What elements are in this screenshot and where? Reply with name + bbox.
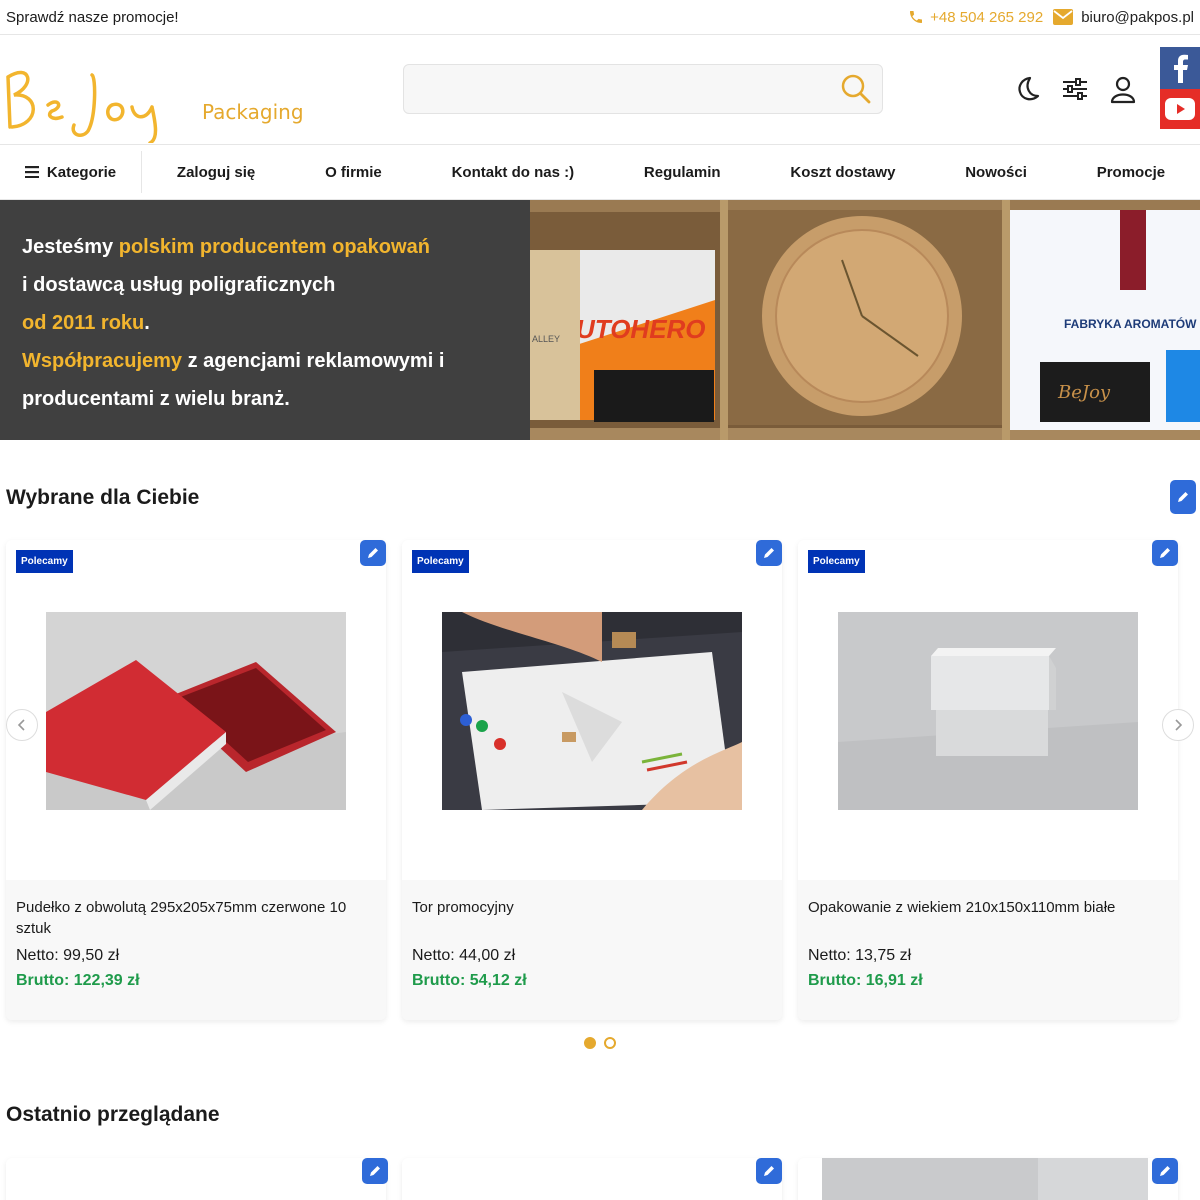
- price-net: Netto: 44,00 zł: [412, 947, 516, 964]
- edit-product-button[interactable]: [756, 1158, 782, 1184]
- carousel-dot[interactable]: [584, 1037, 596, 1049]
- product-card[interactable]: Polecamy Opakowanie z wiekiem 210x150x11…: [798, 540, 1178, 1020]
- nav-item-promotions[interactable]: Promocje: [1097, 164, 1165, 181]
- product-name[interactable]: Opakowanie z wiekiem 210x150x110mm białe: [808, 897, 1168, 943]
- price-net: Netto: 99,50 zł: [16, 947, 120, 964]
- recent-title: Ostatnio przeglądane: [6, 1103, 220, 1126]
- hamburger-icon: [24, 166, 39, 178]
- banner-text-part: .: [144, 312, 150, 334]
- banner-highlight: Współpracujemy: [22, 350, 183, 372]
- chevron-right-icon: [1175, 719, 1183, 731]
- pencil-icon: [764, 1166, 774, 1176]
- price-net: Netto: 13,75 zł: [808, 947, 912, 964]
- logo[interactable]: Packaging: [0, 47, 320, 143]
- product-image[interactable]: [46, 612, 346, 810]
- carousel-prev-button[interactable]: [6, 709, 38, 741]
- pencil-icon: [368, 548, 378, 558]
- banner-highlight: od 2011 roku: [22, 312, 145, 334]
- recommended-badge: Polecamy: [16, 550, 73, 573]
- product-name[interactable]: Tor promocyjny: [412, 897, 772, 943]
- banner-photo-logo: BeJoy: [1057, 382, 1111, 403]
- product-info: Opakowanie z wiekiem 210x150x110mm białe…: [798, 880, 1178, 1020]
- pencil-icon: [1160, 1166, 1170, 1176]
- edit-product-button[interactable]: [362, 1158, 388, 1184]
- search-icon[interactable]: [840, 73, 872, 105]
- featured-title: Wybrane dla Ciebie: [6, 486, 200, 509]
- banner-line: producentami z wielu branż.: [22, 388, 290, 410]
- banner-photo-text: FABRYKA AROMATÓW: [1064, 316, 1197, 331]
- product-image[interactable]: [838, 612, 1138, 810]
- nav-item-terms[interactable]: Regulamin: [644, 164, 721, 181]
- user-icon[interactable]: [1108, 74, 1138, 104]
- youtube-link[interactable]: [1160, 89, 1200, 129]
- phone-number: +48 504 265 292: [930, 8, 1044, 26]
- search-box[interactable]: [403, 64, 883, 114]
- banner-text-part: z agencjami reklamowymi i: [182, 350, 445, 372]
- filters-icon[interactable]: [1060, 74, 1090, 104]
- nav-item-login[interactable]: Zaloguj się: [177, 164, 255, 181]
- search-input[interactable]: [404, 65, 882, 113]
- phone-icon: [910, 11, 923, 23]
- product-info: Tor promocyjny Netto: 44,00 zł Brutto: 5…: [402, 880, 782, 1020]
- banner-highlight: polskim producentem opakowań: [118, 236, 430, 258]
- recent-product-card[interactable]: [798, 1158, 1178, 1200]
- edit-product-button[interactable]: [360, 540, 386, 566]
- categories-menu-button[interactable]: Kategorie: [0, 151, 142, 193]
- edit-product-button[interactable]: [756, 540, 782, 566]
- email-address: biuro@pakpos.pl: [1081, 8, 1194, 26]
- price-gross: Brutto: 122,39 zł: [16, 972, 140, 989]
- top-bar: Sprawdź nasze promocje! +48 504 265 292 …: [0, 0, 1200, 35]
- banner-text: Jesteśmy polskim producentem opakowań i …: [0, 200, 530, 440]
- carousel-pagination: [584, 1037, 616, 1049]
- edit-product-button[interactable]: [1152, 1158, 1178, 1184]
- recent-product-card[interactable]: [6, 1158, 386, 1200]
- nav-item-about[interactable]: O firmie: [325, 164, 382, 181]
- nav-items: Zaloguj się O firmie Kontakt do nas :) R…: [142, 164, 1200, 181]
- nav-item-shipping[interactable]: Koszt dostawy: [790, 164, 895, 181]
- product-info: Pudełko z obwolutą 295x205x75mm czerwone…: [6, 880, 386, 1020]
- recent-product-card[interactable]: [402, 1158, 782, 1200]
- carousel-dot[interactable]: [604, 1037, 616, 1049]
- pencil-icon: [764, 548, 774, 558]
- envelope-icon: [1053, 9, 1074, 25]
- product-image[interactable]: [442, 612, 742, 810]
- email-link[interactable]: biuro@pakpos.pl: [1053, 9, 1194, 26]
- moon-icon[interactable]: [1012, 74, 1042, 104]
- header-icons: [1012, 74, 1138, 104]
- header: Packaging: [0, 35, 1200, 145]
- product-card[interactable]: Polecamy Pudełko z obwolutą 295x205x75mm…: [6, 540, 386, 1020]
- banner-photo: UTOHERO ALLEY FABRYKA AROMATÓW BeJoy: [530, 200, 1200, 440]
- nav-item-contact[interactable]: Kontakt do nas :): [452, 164, 575, 181]
- pencil-icon: [1178, 492, 1188, 502]
- social-links: [1160, 47, 1200, 129]
- price-gross: Brutto: 54,12 zł: [412, 972, 527, 989]
- product-card[interactable]: Polecamy Tor promocyjny Netto: 44,00 zł …: [402, 540, 782, 1020]
- pencil-icon: [370, 1166, 380, 1176]
- banner-line: i dostawcą usług poligraficznych: [22, 274, 336, 296]
- main-nav: Kategorie Zaloguj się O firmie Kontakt d…: [0, 145, 1200, 200]
- chevron-left-icon: [17, 719, 25, 731]
- product-name[interactable]: Pudełko z obwolutą 295x205x75mm czerwone…: [16, 897, 376, 943]
- banner-photo-text: UTOHERO: [576, 314, 706, 344]
- hero-banner[interactable]: Jesteśmy polskim producentem opakowań i …: [0, 200, 1200, 440]
- carousel-next-button[interactable]: [1162, 709, 1194, 741]
- pencil-icon: [1160, 548, 1170, 558]
- price-gross: Brutto: 16,91 zł: [808, 972, 923, 989]
- contact-info: +48 504 265 292 biuro@pakpos.pl: [908, 9, 1194, 26]
- facebook-link[interactable]: [1160, 47, 1200, 89]
- edit-product-button[interactable]: [1152, 540, 1178, 566]
- promo-link[interactable]: Sprawdź nasze promocje!: [6, 9, 179, 26]
- categories-label: Kategorie: [46, 163, 117, 181]
- logo-subtitle: Packaging: [202, 100, 304, 124]
- product-image[interactable]: [798, 1158, 1178, 1200]
- banner-photo-text: ALLEY: [532, 334, 560, 344]
- banner-text-part: Jesteśmy: [22, 236, 119, 258]
- nav-item-new[interactable]: Nowości: [965, 164, 1027, 181]
- facebook-icon: [1174, 54, 1188, 83]
- edit-section-button[interactable]: [1170, 480, 1196, 514]
- phone-link[interactable]: +48 504 265 292: [908, 9, 1043, 26]
- youtube-icon: [1165, 98, 1195, 120]
- recommended-badge: Polecamy: [808, 550, 865, 573]
- recommended-badge: Polecamy: [412, 550, 469, 573]
